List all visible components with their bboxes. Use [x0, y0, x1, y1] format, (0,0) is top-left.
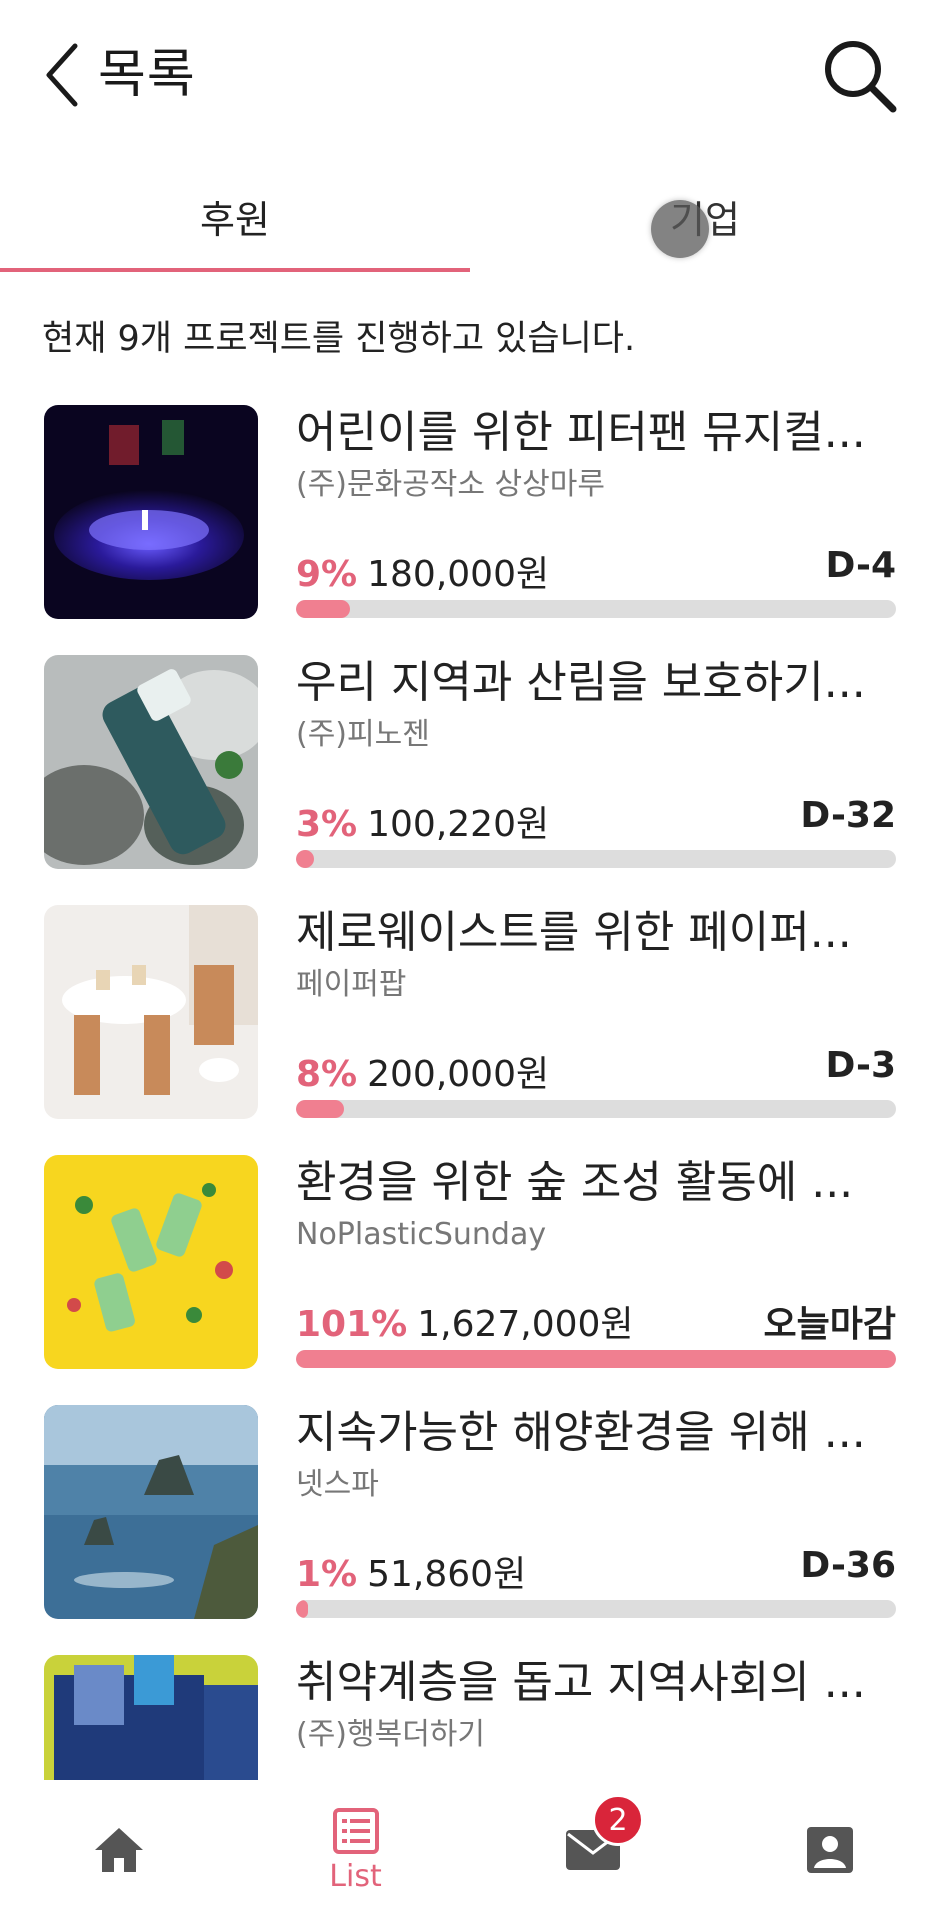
nav-messages[interactable]: 2 — [474, 1780, 711, 1920]
active-tab-indicator — [0, 268, 470, 272]
project-item[interactable]: 환경을 위한 숲 조성 활동에 ... NoPlasticSunday 101%… — [0, 1155, 950, 1375]
project-item[interactable]: 지속가능한 해양환경을 위해 ... 넷스파 1% 51,860원 D-36 — [0, 1405, 950, 1625]
nav-home[interactable] — [0, 1780, 237, 1920]
project-organization: (주)행복더하기 — [296, 1717, 486, 1752]
project-title: 어린이를 위한 피터팬 뮤지컬... — [296, 407, 866, 458]
project-item[interactable]: 우리 지역과 산림을 보호하기... (주)피노젠 3% 100,220원 D-3… — [0, 655, 950, 875]
progress-bar — [296, 850, 896, 868]
project-stats: 8% 200,000원 D-3 — [296, 1045, 896, 1095]
project-thumbnail — [44, 655, 258, 869]
progress-fill — [296, 1350, 896, 1368]
progress-fill — [296, 1100, 344, 1118]
funding-percent: 3% — [296, 804, 358, 845]
bottom-navigation: List 2 — [0, 1780, 950, 1920]
tab-bar: 후원 기업 — [0, 160, 950, 272]
project-title: 제로웨이스트를 위한 페이퍼... — [296, 907, 852, 958]
progress-fill — [296, 600, 350, 618]
progress-fill — [296, 1600, 308, 1618]
project-organization: (주)문화공작소 상상마루 — [296, 467, 605, 502]
funding-amount: 200,000원 — [367, 1054, 550, 1095]
project-title: 취약계층을 돕고 지역사회의 ... — [296, 1657, 866, 1708]
project-item[interactable]: 제로웨이스트를 위한 페이퍼... 페이퍼팝 8% 200,000원 D-3 — [0, 905, 950, 1125]
search-icon — [825, 41, 897, 113]
progress-bar — [296, 600, 896, 618]
nav-profile[interactable] — [711, 1780, 948, 1920]
header: 목록 — [0, 0, 950, 150]
touch-indicator — [651, 200, 709, 258]
nav-list[interactable]: List — [237, 1780, 474, 1920]
funding-amount: 51,860원 — [367, 1554, 527, 1595]
project-organization: (주)피노젠 — [296, 717, 430, 752]
funding-percent: 9% — [296, 554, 358, 595]
project-item[interactable]: 취약계층을 돕고 지역사회의 ... (주)행복더하기 — [0, 1655, 950, 1780]
home-icon — [94, 1828, 143, 1872]
deadline-label: D-36 — [800, 1545, 896, 1586]
funding-amount: 180,000원 — [367, 554, 550, 595]
tab-sponsor[interactable]: 후원 — [0, 160, 470, 272]
progress-bar — [296, 1600, 896, 1618]
project-organization: NoPlasticSunday — [296, 1217, 547, 1252]
progress-bar — [296, 1350, 896, 1368]
deadline-label: 오늘마감 — [763, 1304, 896, 1345]
project-stats: 101% 1,627,000원 오늘마감 — [296, 1295, 896, 1345]
project-count-summary: 현재 9개 프로젝트를 진행하고 있습니다. — [42, 319, 636, 359]
profile-icon — [806, 1827, 853, 1873]
project-thumbnail — [44, 1155, 258, 1369]
funding-percent: 1% — [296, 1554, 358, 1595]
project-title: 환경을 위한 숲 조성 활동에 ... — [296, 1157, 854, 1208]
project-organization: 넷스파 — [296, 1467, 379, 1502]
deadline-label: D-3 — [825, 1045, 896, 1086]
project-thumbnail — [44, 1405, 258, 1619]
project-title: 우리 지역과 산림을 보호하기... — [296, 657, 866, 708]
project-organization: 페이퍼팝 — [296, 967, 407, 1002]
project-list[interactable]: 어린이를 위한 피터팬 뮤지컬... (주)문화공작소 상상마루 9% 180,0… — [0, 405, 950, 1780]
funding-amount: 100,220원 — [367, 804, 550, 845]
project-stats: 9% 180,000원 D-4 — [296, 545, 896, 595]
chevron-left-icon — [46, 43, 78, 107]
project-stats: 1% 51,860원 D-36 — [296, 1545, 896, 1595]
notification-badge: 2 — [592, 1794, 644, 1846]
project-title: 지속가능한 해양환경을 위해 ... — [296, 1407, 866, 1458]
project-thumbnail — [44, 1655, 258, 1780]
project-stats: 3% 100,220원 D-32 — [296, 795, 896, 845]
progress-bar — [296, 1100, 896, 1118]
funding-percent: 8% — [296, 1054, 358, 1095]
app-screen: 목록 후원 기업 현재 9개 프로젝트를 진행하고 있습니다. — [0, 0, 950, 1920]
search-button[interactable] — [820, 36, 900, 116]
deadline-label: D-4 — [825, 545, 896, 586]
project-thumbnail — [44, 905, 258, 1119]
funding-amount: 1,627,000원 — [417, 1304, 634, 1345]
deadline-label: D-32 — [800, 795, 896, 836]
funding-percent: 101% — [296, 1304, 408, 1345]
progress-fill — [296, 850, 314, 868]
project-item[interactable]: 어린이를 위한 피터팬 뮤지컬... (주)문화공작소 상상마루 9% 180,0… — [0, 405, 950, 625]
page-title: 목록 — [98, 45, 196, 105]
project-thumbnail — [44, 405, 258, 619]
nav-list-label: List — [329, 1858, 382, 1894]
back-button[interactable] — [38, 38, 88, 112]
list-icon — [332, 1807, 379, 1854]
